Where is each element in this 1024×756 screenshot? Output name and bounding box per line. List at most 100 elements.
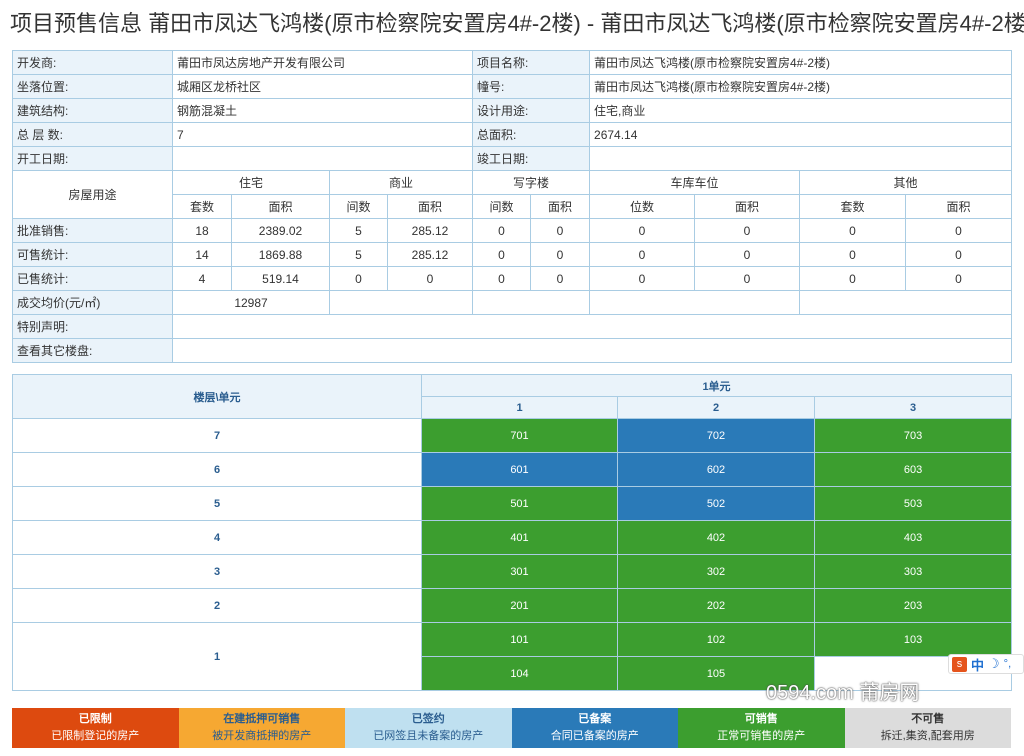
- group-header: 其他: [799, 170, 1013, 195]
- project-name-label: 项目名称:: [472, 50, 591, 75]
- end-date-value: [589, 146, 1013, 171]
- floors-label: 总 层 数:: [12, 122, 173, 147]
- room-cell[interactable]: 703: [813, 418, 1013, 453]
- floor-label: 3: [12, 554, 422, 589]
- room-cell[interactable]: 101: [421, 622, 618, 657]
- room-cell[interactable]: 702: [617, 418, 815, 453]
- stat-cell: 0: [799, 242, 907, 267]
- project-name-value: 莆田市凤达飞鸿楼(原市检察院安置房4#-2楼): [589, 50, 1013, 75]
- stat-cell: 519.14: [231, 266, 330, 291]
- floor-label: 7: [12, 418, 422, 453]
- legend-item: 已签约 已网签且未备案的房产: [345, 708, 512, 748]
- sub-header: 间数: [329, 194, 388, 219]
- avg-price-label: 成交均价(元/㎡): [12, 290, 173, 315]
- floor-label: 2: [12, 588, 422, 623]
- stat-cell: 285.12: [386, 218, 474, 243]
- group-header: 车库车位: [589, 170, 801, 195]
- room-cell[interactable]: 102: [617, 622, 815, 657]
- room-cell[interactable]: 501: [421, 486, 618, 521]
- other-projects-value[interactable]: [171, 338, 1013, 363]
- stat-cell: 0: [530, 266, 591, 291]
- legend-item: 不可售 拆迁,集资,配套用房: [844, 708, 1011, 748]
- punctuation-icon[interactable]: °,: [1004, 658, 1011, 670]
- sub-header: 套数: [172, 194, 232, 219]
- stat-cell: 4: [172, 266, 232, 291]
- room-cell[interactable]: 103: [813, 622, 1013, 657]
- legend-item: 在建抵押可销售 被开发商抵押的房产: [178, 708, 345, 748]
- unit-grid: 楼层\单元 1单元 1 2 3 7 701 702 703 6 601 602 …: [12, 374, 1013, 691]
- project-info-table: 开发商: 莆田市凤达房地产开发有限公司 项目名称: 莆田市凤达飞鸿楼(原市检察院…: [12, 50, 1013, 363]
- room-cell[interactable]: 701: [421, 418, 618, 453]
- language-toggle[interactable]: 中: [971, 655, 984, 674]
- floor-label: 1: [12, 622, 422, 691]
- stat-cell: 0: [694, 266, 801, 291]
- floor-label: 4: [12, 520, 422, 555]
- floor-row: 2 201 202 203: [12, 588, 1013, 623]
- sub-header: 位数: [589, 194, 696, 219]
- stat-cell: 0: [589, 242, 696, 267]
- room-cell[interactable]: 302: [617, 554, 815, 589]
- stat-cell: 0: [530, 218, 591, 243]
- floor-row: 1 101 102 103: [12, 622, 1013, 691]
- room-cell[interactable]: 403: [813, 520, 1013, 555]
- floor-row: 4 401 402 403: [12, 520, 1013, 555]
- stat-cell: 0: [905, 218, 1013, 243]
- unit-header: 1单元: [420, 374, 1013, 397]
- floor-row: 3 301 302 303: [12, 554, 1013, 589]
- stat-cell: 0: [589, 218, 696, 243]
- room-cell[interactable]: 601: [421, 452, 618, 487]
- stat-cell: 2389.02: [231, 218, 330, 243]
- room-cell[interactable]: 202: [617, 588, 815, 623]
- room-cell[interactable]: 603: [813, 452, 1013, 487]
- input-method-toolbar[interactable]: s 中 ☽ °,: [948, 654, 1024, 674]
- sub-header: 面积: [386, 194, 474, 219]
- stat-cell: 0: [694, 218, 801, 243]
- start-date-value: [171, 146, 474, 171]
- legend-desc: 合同已备案的房产: [550, 730, 639, 742]
- stat-cell: 0: [329, 266, 388, 291]
- room-cell[interactable]: 602: [617, 452, 815, 487]
- column-header: 2: [617, 396, 815, 419]
- avg-price-value: 12987: [172, 290, 330, 315]
- stat-cell: 0: [472, 266, 532, 291]
- room-cell[interactable]: 401: [421, 520, 618, 555]
- legend-item: 已备案 合同已备案的房产: [511, 708, 678, 748]
- stats-row-sold: 已售统计: 4 519.14 0 0 0 0 0 0 0 0: [12, 266, 1013, 291]
- stat-cell: 0: [472, 218, 532, 243]
- structure-value: 钢筋混凝土: [171, 98, 474, 123]
- stat-cell: 14: [172, 242, 232, 267]
- other-projects-label: 查看其它楼盘:: [12, 338, 173, 363]
- stat-cell: 1869.88: [231, 242, 330, 267]
- ime-logo-icon[interactable]: s: [952, 656, 967, 672]
- room-cell[interactable]: 503: [813, 486, 1013, 521]
- floor-label: 5: [12, 486, 422, 521]
- legend-desc: 被开发商抵押的房产: [212, 730, 312, 742]
- corner-header: 楼层\单元: [12, 374, 422, 419]
- legend-title: 不可售: [911, 713, 945, 725]
- legend-title: 已限制: [78, 713, 112, 725]
- column-header: 3: [813, 396, 1013, 419]
- room-cell[interactable]: 303: [813, 554, 1013, 589]
- stats-row-available: 可售统计: 14 1869.88 5 285.12 0 0 0 0 0 0: [12, 242, 1013, 267]
- special-note-label: 特别声明:: [12, 314, 173, 339]
- room-cell[interactable]: 402: [617, 520, 815, 555]
- group-header: 写字楼: [472, 170, 591, 195]
- room-cell[interactable]: 201: [421, 588, 618, 623]
- status-legend: 已限制 已限制登记的房产 在建抵押可销售 被开发商抵押的房产 已签约 已网签且未…: [12, 708, 1011, 748]
- legend-title: 已签约: [411, 713, 445, 725]
- stat-cell: 0: [799, 218, 907, 243]
- room-cell[interactable]: 502: [617, 486, 815, 521]
- special-note-value: [171, 314, 1013, 339]
- room-cell[interactable]: 301: [421, 554, 618, 589]
- room-cell[interactable]: 104: [421, 656, 618, 691]
- stat-cell: 18: [172, 218, 232, 243]
- usage-label: 设计用途:: [472, 98, 591, 123]
- group-header: 住宅: [172, 170, 330, 195]
- floor-label: 6: [12, 452, 422, 487]
- developer-label: 开发商:: [12, 50, 173, 75]
- room-cell[interactable]: 203: [813, 588, 1013, 623]
- stat-cell: 285.12: [386, 242, 474, 267]
- end-date-label: 竣工日期:: [472, 146, 591, 171]
- site-watermark: 0594.com 莆房网: [766, 682, 920, 704]
- moon-icon[interactable]: ☽: [988, 656, 1000, 672]
